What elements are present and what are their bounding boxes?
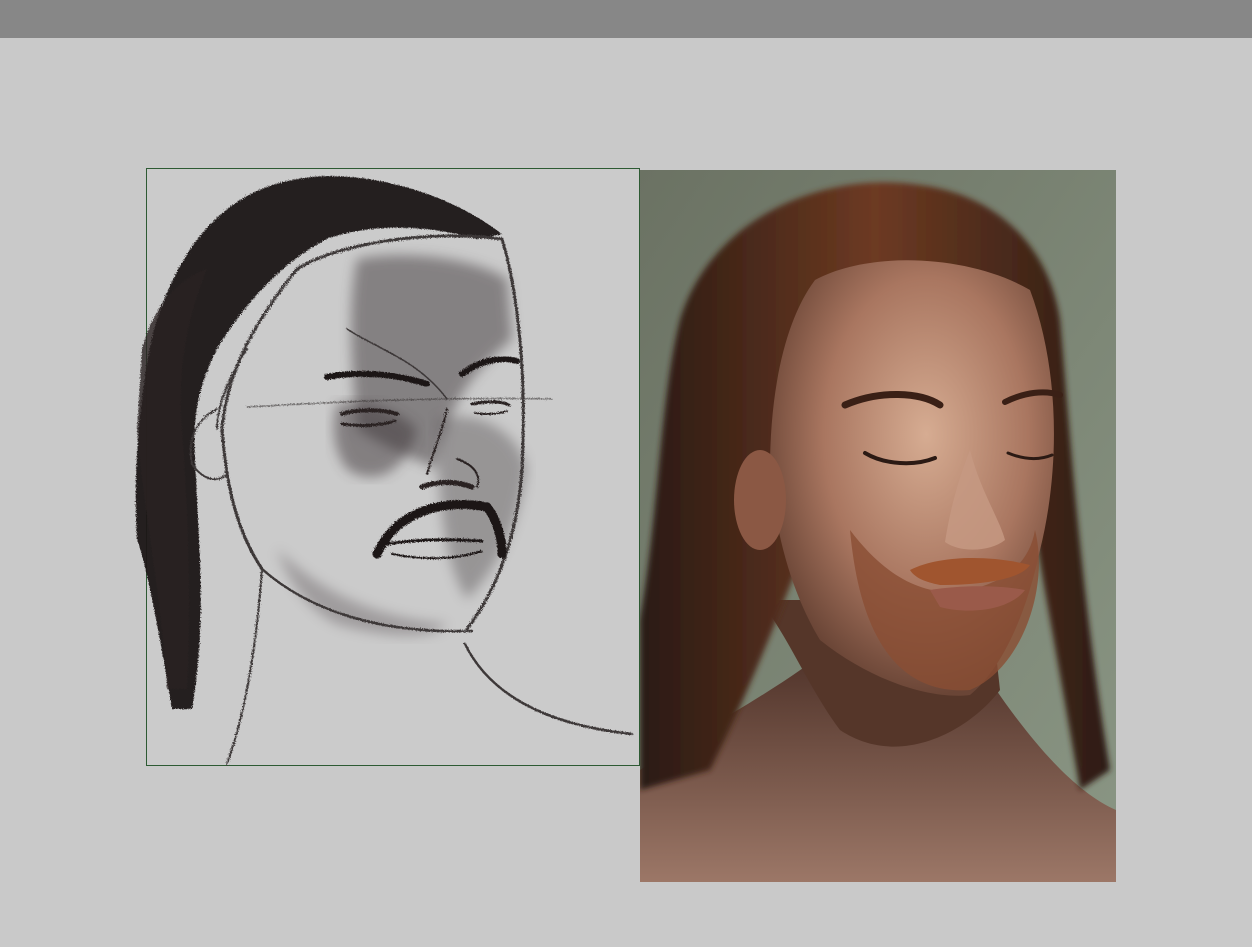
top-toolbar	[0, 0, 1252, 38]
reference-photo[interactable]	[640, 170, 1116, 882]
portrait-reference-image	[640, 170, 1116, 882]
sketch-canvas[interactable]	[135, 168, 640, 766]
photo-ear	[734, 450, 786, 550]
sketch-jaw-shadow	[277, 549, 447, 636]
charcoal-sketch	[135, 176, 634, 765]
